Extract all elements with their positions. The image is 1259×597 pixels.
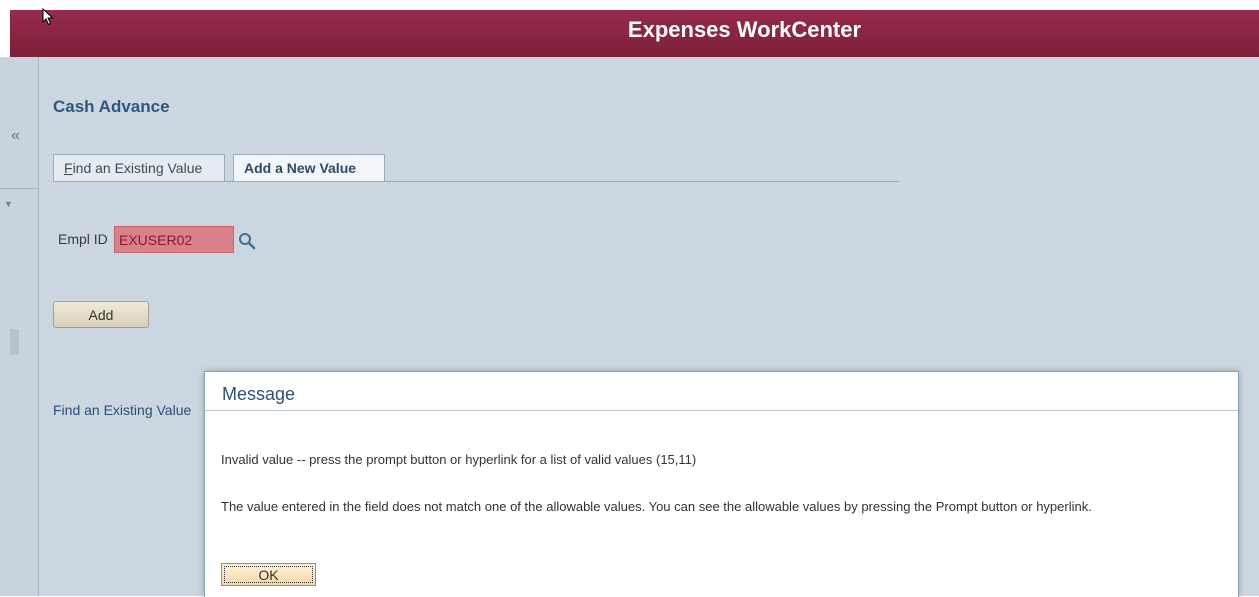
page-title: Cash Advance: [53, 97, 170, 116]
search-icon[interactable]: [238, 232, 256, 250]
error-explanation: The value entered in the field does not …: [221, 499, 1092, 514]
header-title: Expenses WorkCenter: [627, 17, 862, 42]
left-nav-collapse-strip: « ▼: [0, 57, 39, 596]
sidebar-scroll-handle[interactable]: [10, 329, 19, 355]
dialog-divider: [205, 410, 1238, 411]
tab-underline: [53, 181, 899, 182]
header-bar: Expenses WorkCenter: [10, 10, 1259, 57]
ok-button[interactable]: OK: [221, 563, 316, 586]
message-dialog: Message Invalid value -- press the promp…: [204, 371, 1239, 597]
collapse-icon[interactable]: «: [11, 127, 20, 145]
error-message-line: Invalid value -- press the prompt button…: [221, 452, 697, 467]
cursor-icon: [42, 8, 54, 26]
tab-add-new-value[interactable]: Add a New Value: [233, 154, 385, 182]
dropdown-icon[interactable]: ▼: [4, 199, 13, 209]
tab-find-existing-value[interactable]: Find an Existing Value: [53, 154, 225, 182]
add-button[interactable]: Add: [53, 301, 149, 328]
empl-id-input[interactable]: [114, 226, 234, 253]
dialog-title: Message: [222, 384, 296, 404]
find-existing-value-link[interactable]: Find an Existing Value: [53, 402, 191, 418]
sidebar-divider: [0, 188, 38, 189]
tab-label-rest: ind an Existing Value: [72, 160, 203, 176]
empl-id-label: Empl ID: [58, 231, 108, 247]
tab-hotkey-letter: F: [64, 160, 73, 176]
